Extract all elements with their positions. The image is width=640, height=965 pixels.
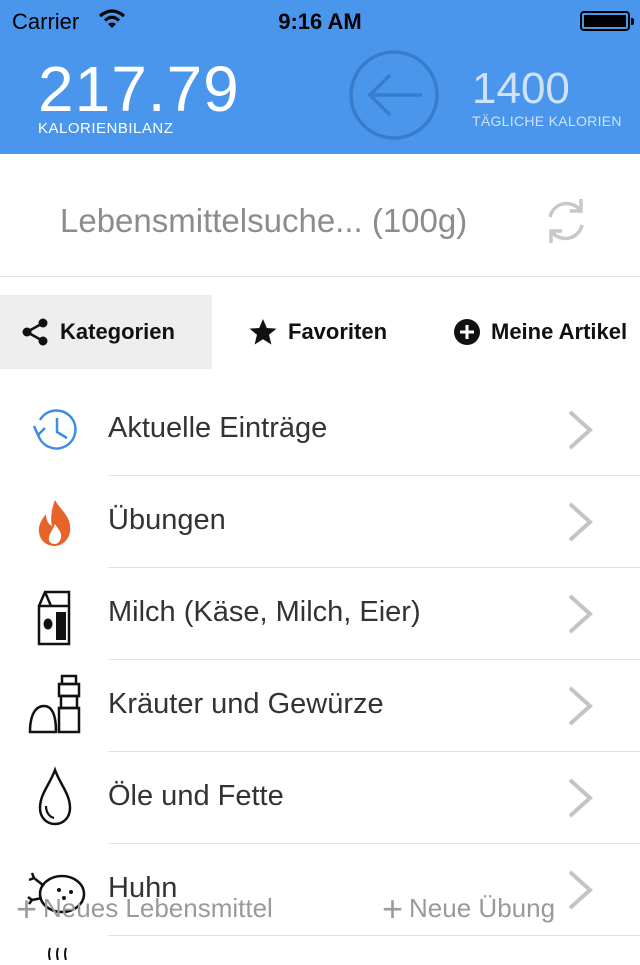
chevron-right-icon [566,500,594,549]
steam-icon [46,946,72,965]
arrow-left-circle-icon [349,50,439,140]
refresh-button[interactable] [540,195,592,252]
tab-label: Favoriten [288,319,388,344]
new-exercise-button[interactable]: + Neue Übung [382,887,556,929]
chevron-right-icon [566,776,594,825]
list-item-recent[interactable]: Aktuelle Einträge [0,384,640,476]
refresh-icon [548,199,584,243]
plus-icon: + [382,887,404,929]
chevron-right-icon [566,868,594,917]
list-item-herbs-spices[interactable]: Kräuter und Gewürze [0,660,640,752]
list-item-label: Öle und Fette [108,780,284,812]
milk-carton-icon [28,588,82,646]
pepper-grinder-icon [26,674,81,734]
list-item-dairy[interactable]: Milch (Käse, Milch, Eier) [0,568,640,660]
header-bar: Carrier 9:16 AM 217.79 KALORIENBILANZ 14… [0,0,640,154]
calorie-balance-value: 217.79 [38,53,240,125]
clock-history-icon [28,404,82,458]
new-exercise-label: Neue Übung [409,893,556,923]
chevron-right-icon [566,408,594,457]
divider [108,935,640,936]
category-tabs: Kategorien Favoriten Meine Artikel [0,295,640,369]
list-item-exercises[interactable]: Übungen [0,476,640,568]
flame-icon [28,496,82,550]
share-icon [22,318,48,346]
list-item-label: Kräuter und Gewürze [108,688,384,720]
list-item-label: Übungen [108,504,226,536]
back-arrow-button[interactable] [348,49,440,141]
tab-label: Meine Artikel [491,319,628,344]
list-item-oils-fats[interactable]: Öle und Fette [0,752,640,844]
list-item-label: Aktuelle Einträge [108,412,328,444]
oil-drop-icon [28,766,82,826]
status-bar: Carrier 9:16 AM [0,0,640,40]
list-item-label: Milch (Käse, Milch, Eier) [108,596,421,628]
status-time: 9:16 AM [278,9,362,34]
search-placeholder: Lebensmittelsuche... (100g) [60,202,468,239]
new-food-button[interactable]: + Neues Lebensmittel [16,887,273,929]
chevron-right-icon [566,592,594,641]
star-icon [249,319,277,345]
tab-meine-artikel[interactable]: Meine Artikel [453,295,627,369]
tab-label: Kategorien [60,319,175,344]
plus-icon: + [16,887,38,929]
battery-icon [580,11,634,31]
category-list: Aktuelle Einträge Übungen Milch (Käse, M… [0,384,640,936]
daily-calories-label: TÄGLICHE KALORIEN [472,113,622,129]
calorie-balance-label: KALORIENBILANZ [38,120,174,137]
tab-favoriten[interactable]: Favoriten [248,295,387,369]
plus-circle-icon [454,319,480,345]
chevron-right-icon [566,684,594,733]
daily-calories-value: 1400 [472,64,570,113]
new-food-label: Neues Lebensmittel [43,893,273,923]
tab-kategorien[interactable]: Kategorien [0,295,212,369]
